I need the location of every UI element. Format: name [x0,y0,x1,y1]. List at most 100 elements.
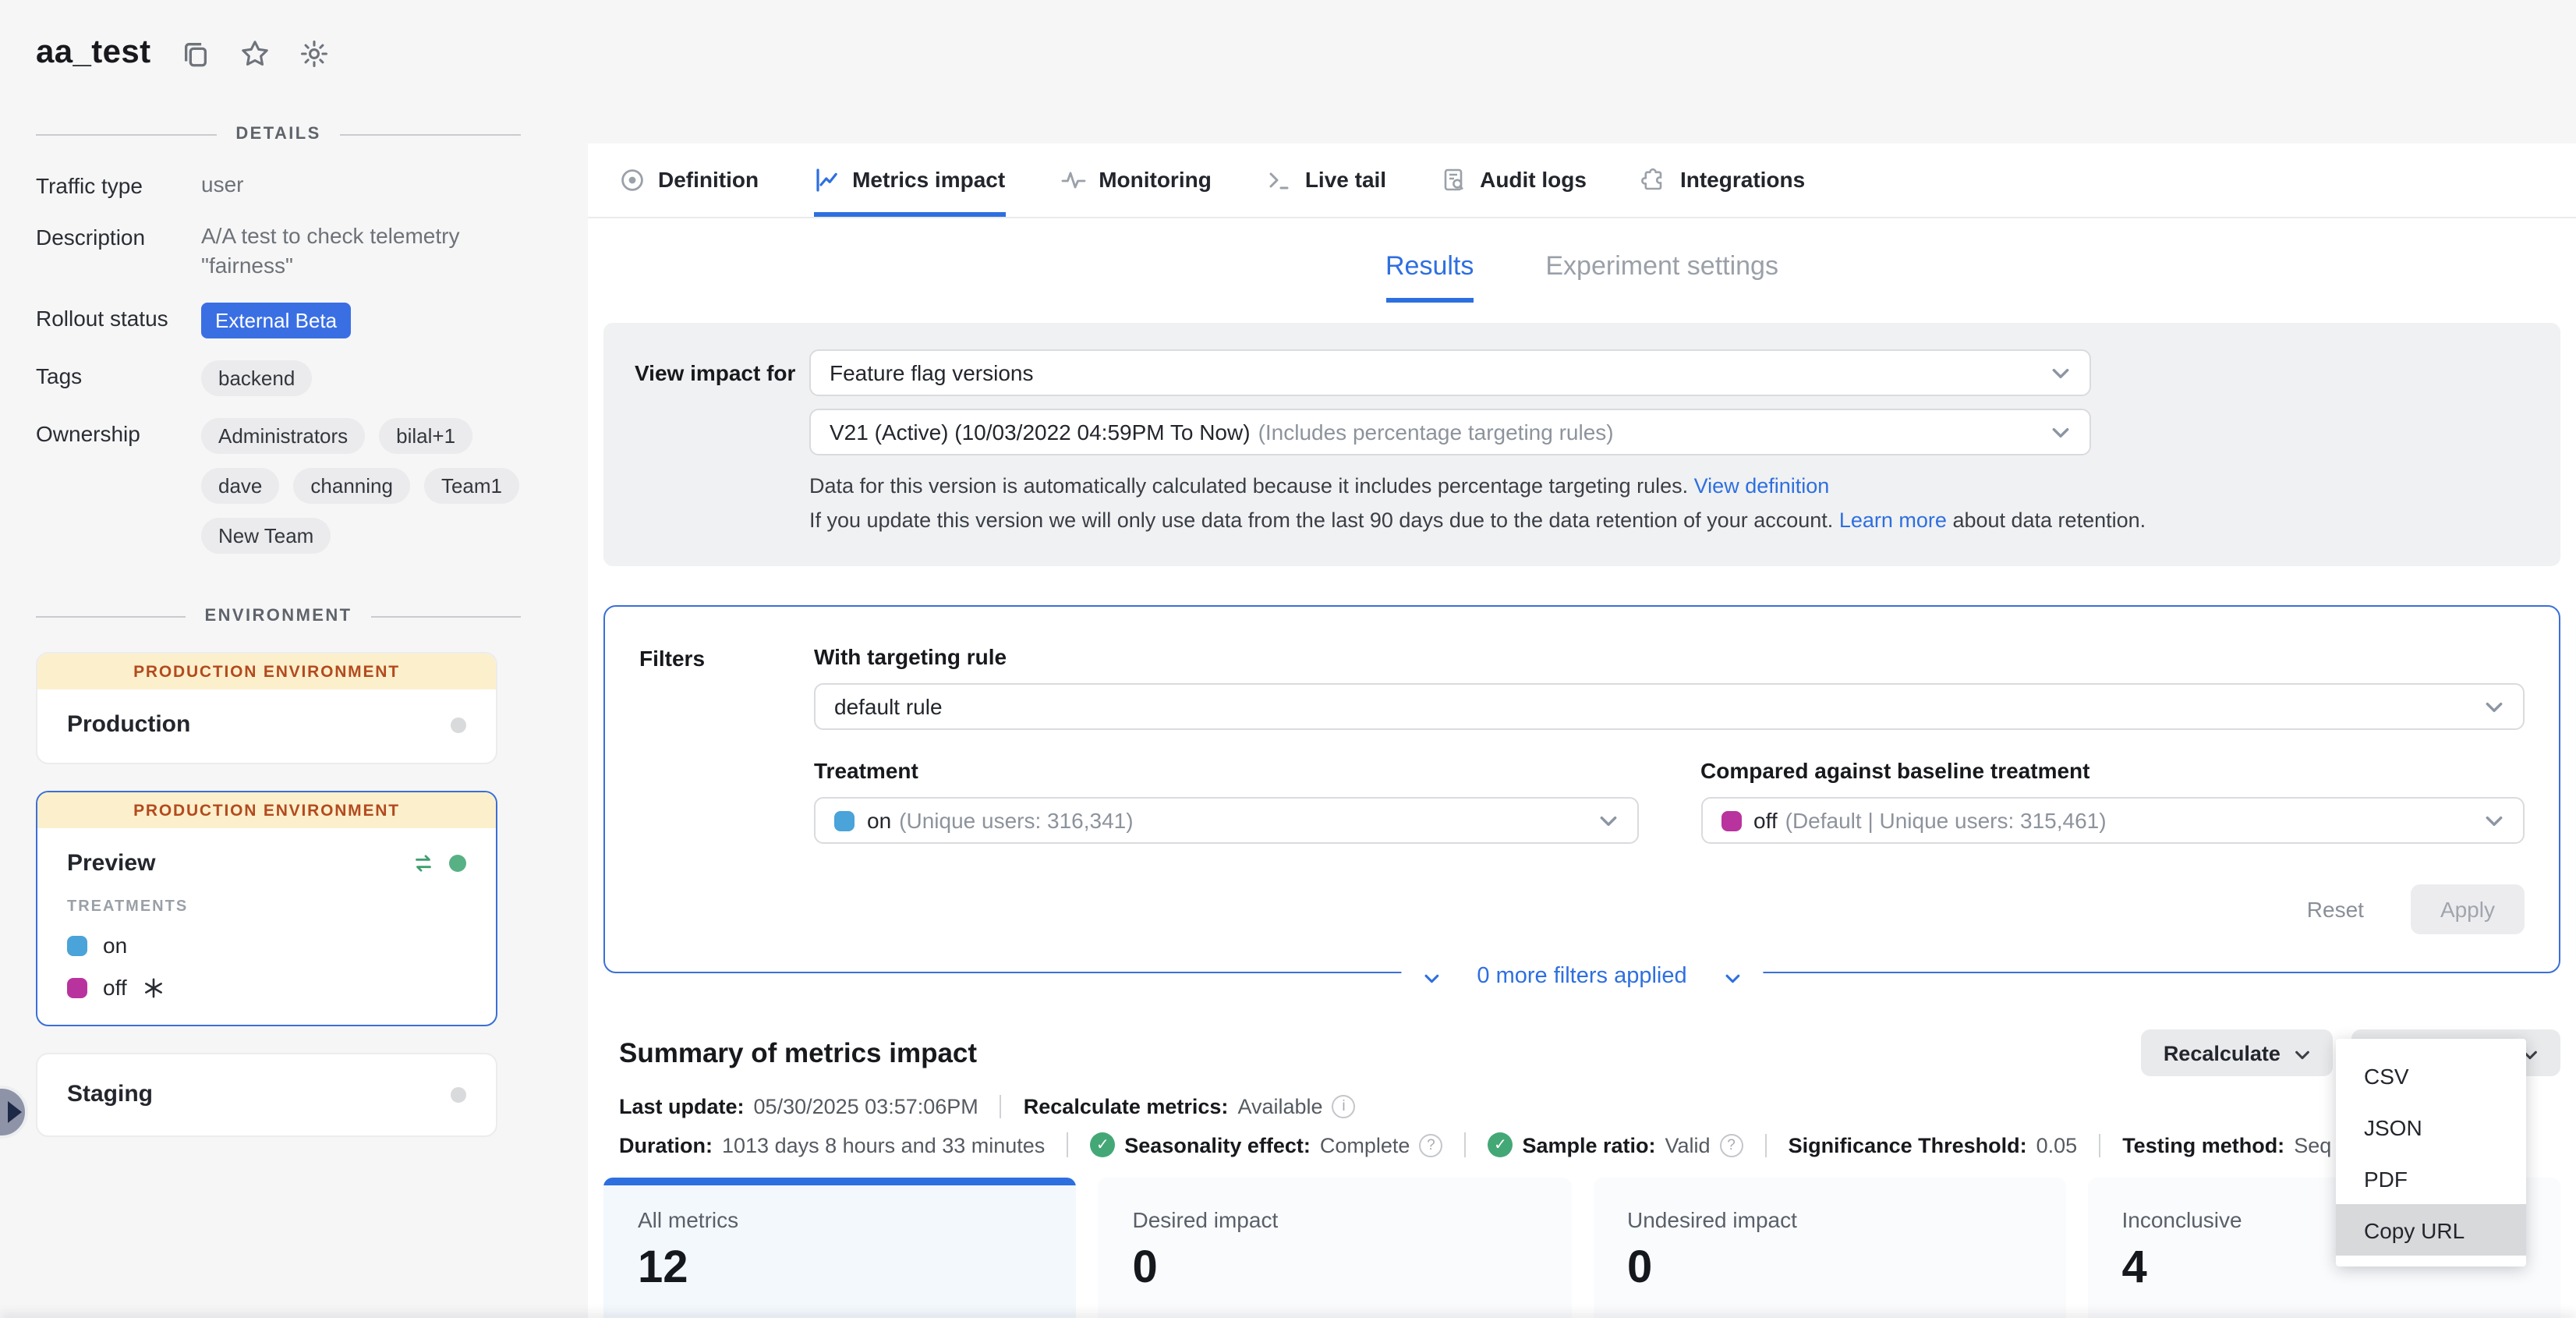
tab-live-tail[interactable]: Live tail [1266,143,1386,217]
production-environment-banner: PRODUCTION ENVIRONMENT [37,792,496,828]
metric-card-value: 0 [1133,1243,1537,1295]
metric-card-undesired-impact[interactable]: Undesired impact 0 [1593,1178,2066,1332]
check-circle-icon: ✓ [1090,1132,1115,1157]
environment-card-production[interactable]: PRODUCTION ENVIRONMENT Production [36,652,497,764]
bottom-scroll-bar[interactable] [0,1318,2576,1332]
share-results-menu: CSV JSON PDF Copy URL [2336,1039,2526,1266]
reset-button[interactable]: Reset [2307,897,2364,922]
recalculate-metrics-value: Available [1237,1095,1322,1118]
tab-bar: Definition Metrics impact Monitoring Liv… [588,143,2576,218]
environment-name: Preview [67,850,155,877]
puzzle-icon [1641,166,1668,193]
chevron-down-icon [1422,968,1439,985]
share-menu-item-json[interactable]: JSON [2336,1101,2526,1153]
seasonality-value: Complete [1320,1133,1410,1157]
gear-icon[interactable] [299,38,329,68]
impact-source-dropdown[interactable]: Feature flag versions [809,349,2091,396]
tab-label: Definition [658,167,759,192]
view-impact-panel: View impact for Feature flag versions V2… [603,323,2560,566]
metric-card-label: All metrics [638,1207,1042,1232]
tab-monitoring[interactable]: Monitoring [1060,143,1212,217]
view-definition-link[interactable]: View definition [1694,474,1830,498]
view-impact-label: View impact for [635,349,809,538]
tab-label: Monitoring [1099,167,1212,192]
share-menu-item-copy-url[interactable]: Copy URL [2336,1204,2526,1256]
ownership-pill[interactable]: New Team [201,518,331,554]
chevron-right-icon [7,1101,21,1123]
subtab-experiment-settings[interactable]: Experiment settings [1545,251,1778,303]
testing-method-label: Testing method: [2122,1133,2284,1157]
metric-summary-cards: All metrics 12 Desired impact 0 Undesire… [603,1178,2560,1332]
version-dropdown[interactable]: V21 (Active) (10/03/2022 04:59PM To Now)… [809,409,2091,455]
dropdown-value: on [867,808,891,833]
ownership-pill[interactable]: dave [201,468,279,504]
retention-helper-text: If you update this version we will only … [809,508,1833,532]
chevron-down-icon [2484,810,2504,831]
ownership-pill[interactable]: Administrators [201,418,365,454]
rollout-status-label: Rollout status [36,303,201,338]
environment-card-preview[interactable]: PRODUCTION ENVIRONMENT Preview TREATMENT… [36,791,497,1026]
tab-integrations[interactable]: Integrations [1641,143,1805,217]
description-value: A/A test to check telemetry "fairness" [201,221,521,281]
treatment-swatch-off [1721,810,1741,831]
target-icon [619,166,646,193]
ownership-pill[interactable]: bilal+1 [379,418,472,454]
info-icon[interactable]: i [1332,1095,1356,1118]
tab-definition[interactable]: Definition [619,143,759,217]
question-icon[interactable]: ? [1419,1133,1442,1157]
more-filters-toggle[interactable]: 0 more filters applied [1400,964,1763,989]
environment-card-staging[interactable]: Staging [36,1053,497,1137]
treatment-swatch-on [834,810,855,831]
chevron-down-icon [2484,696,2504,717]
ownership-pill[interactable]: channing [293,468,410,504]
line-chart-icon [813,166,840,193]
chevron-down-icon [2051,422,2071,442]
tab-metrics-impact[interactable]: Metrics impact [813,143,1005,217]
terminal-icon [1266,166,1293,193]
page-title: aa_test [36,34,151,72]
filters-label: Filters [639,644,814,934]
sub-tab-bar: Results Experiment settings [588,251,2576,303]
metric-card-all-metrics[interactable]: All metrics 12 [603,1178,1077,1332]
star-icon[interactable] [240,38,270,68]
chevron-down-icon [2051,363,2071,383]
version-helper-text: Data for this version is automatically c… [809,474,1688,498]
ownership-pill[interactable]: Team1 [424,468,519,504]
treatment-swatch-off [67,977,87,997]
environment-name: Staging [67,1081,153,1107]
dropdown-value: default rule [834,694,943,719]
summary-meta-row-2: Duration: 1013 days 8 hours and 33 minut… [619,1132,2342,1157]
summary-meta-row-1: Last update: 05/30/2025 03:57:06PM Recal… [619,1095,2560,1118]
chevron-down-icon [2295,1044,2312,1061]
summary-title: Summary of metrics impact [619,1036,977,1069]
tag-pill[interactable]: backend [201,360,312,396]
metric-card-label: Desired impact [1133,1207,1537,1232]
baseline-treatment-dropdown[interactable]: off (Default | Unique users: 315,461) [1700,797,2525,844]
share-menu-item-pdf[interactable]: PDF [2336,1153,2526,1204]
share-menu-item-csv[interactable]: CSV [2336,1050,2526,1101]
metric-card-desired-impact[interactable]: Desired impact 0 [1099,1178,1572,1332]
status-dot [451,717,466,732]
chevron-down-icon [1598,810,1618,831]
metric-card-value: 12 [638,1243,1042,1295]
subtab-results[interactable]: Results [1385,251,1474,303]
tab-audit-logs[interactable]: Audit logs [1441,143,1587,217]
targeting-rule-dropdown[interactable]: default rule [814,683,2525,730]
question-icon[interactable]: ? [1720,1133,1743,1157]
sample-ratio-value: Valid [1665,1133,1711,1157]
learn-more-link[interactable]: Learn more [1839,508,1947,532]
dropdown-value: off [1753,808,1778,833]
tab-label: Live tail [1305,167,1386,192]
last-update-label: Last update: [619,1095,745,1118]
treatment-dropdown[interactable]: on (Unique users: 316,341) [814,797,1638,844]
recalculate-button[interactable]: Recalculate [2142,1029,2334,1076]
treatment-label: Treatment [814,758,1638,783]
document-search-icon [1441,166,1467,193]
apply-button[interactable]: Apply [2411,884,2525,934]
check-circle-icon: ✓ [1488,1132,1513,1157]
copy-icon[interactable] [181,38,211,68]
rollout-status-badge[interactable]: External Beta [201,303,351,338]
dropdown-note: (Unique users: 316,341) [899,808,1133,833]
significance-threshold-label: Significance Threshold: [1789,1133,2027,1157]
treatment-name: on [103,933,127,958]
